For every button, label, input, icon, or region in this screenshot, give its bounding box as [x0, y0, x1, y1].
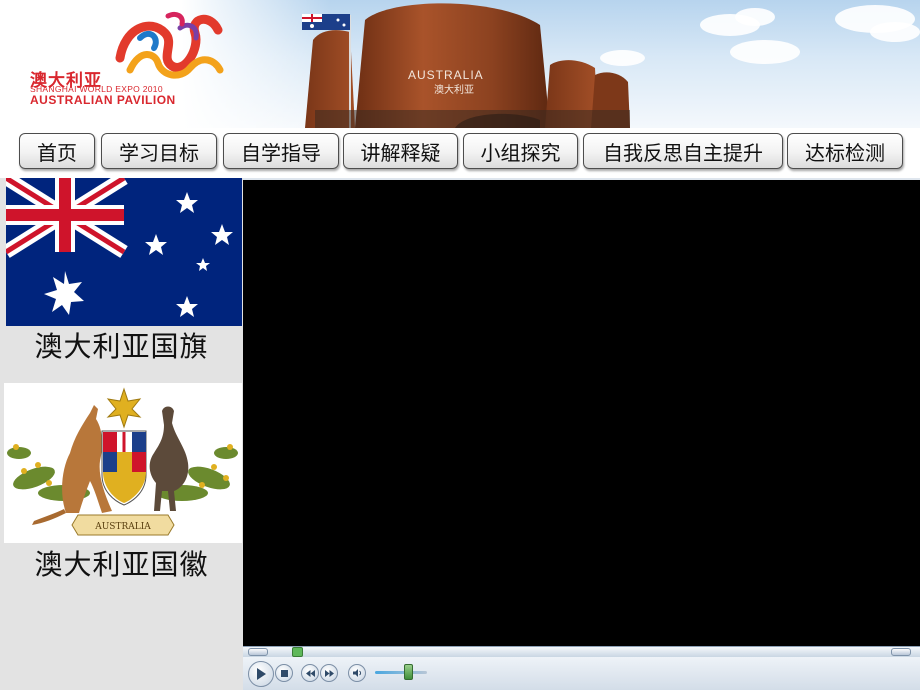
nav-label: 小组探究 — [480, 140, 561, 165]
player-controls — [243, 657, 920, 690]
nav-label: 达标检测 — [805, 140, 885, 165]
video-screen[interactable] — [243, 180, 920, 628]
australian-flag-image — [2, 172, 242, 326]
coat-scroll-text: AUSTRALIA — [94, 522, 151, 532]
main-nav: 首页 学习目标 自学指导 讲解释疑 小组探究 自我反思自主提升 达标检测 — [0, 128, 920, 178]
play-button[interactable] — [248, 661, 274, 687]
header-banner: 澳大利亚 SHANGHAI WORLD EXPO 2010 AUSTRALIAN… — [0, 0, 920, 128]
speaker-icon — [352, 669, 361, 677]
nav-self-reflection-button[interactable]: 自我反思自主提升 — [583, 133, 783, 169]
next-icon — [324, 669, 334, 677]
nav-learning-goals-button[interactable]: 学习目标 — [101, 133, 217, 169]
player-gap — [243, 628, 920, 646]
australian-coat-of-arms-image: AUSTRALIA — [4, 383, 242, 543]
sidebar: 澳大利亚国旗 AUSTRALIA 澳大利亚国徽 — [0, 172, 243, 690]
play-icon — [257, 668, 266, 680]
nav-label: 讲解释疑 — [360, 140, 441, 165]
pavilion-sign-cn: 澳大利亚 — [434, 85, 474, 96]
volume-slider[interactable] — [375, 671, 427, 674]
expo-logo-graphic — [115, 11, 224, 79]
stop-button[interactable] — [275, 664, 293, 682]
seek-bar[interactable] — [243, 646, 920, 657]
nav-group-inquiry-button[interactable]: 小组探究 — [463, 133, 578, 169]
seek-back-button[interactable] — [248, 648, 268, 656]
flag-caption: 澳大利亚国旗 — [34, 330, 209, 363]
cloud — [730, 40, 800, 64]
nav-label: 自我反思自主提升 — [603, 140, 763, 165]
coat-caption: 澳大利亚国徽 — [34, 548, 209, 581]
nav-explanation-button[interactable]: 讲解释疑 — [343, 133, 458, 169]
stop-icon — [280, 669, 288, 677]
volume-thumb[interactable] — [404, 664, 414, 680]
pole-flag-graphic — [302, 14, 350, 30]
nav-label: 学习目标 — [119, 140, 199, 165]
nav-label: 首页 — [37, 140, 77, 165]
seek-thumb[interactable] — [291, 647, 303, 657]
next-button[interactable] — [320, 664, 338, 682]
nav-self-study-guide-button[interactable]: 自学指导 — [223, 133, 339, 169]
cloud — [735, 8, 775, 26]
pavilion-sign-en: AUSTRALIA — [408, 68, 484, 82]
nav-assessment-button[interactable]: 达标检测 — [787, 133, 903, 169]
previous-button[interactable] — [301, 664, 319, 682]
nav-home-button[interactable]: 首页 — [19, 133, 95, 169]
nav-label: 自学指导 — [241, 140, 321, 165]
seek-forward-button[interactable] — [891, 648, 911, 656]
media-player — [243, 178, 920, 690]
mute-button[interactable] — [348, 664, 366, 682]
cloud — [870, 22, 920, 42]
logo-title: AUSTRALIAN PAVILION — [30, 93, 176, 107]
previous-icon — [305, 669, 315, 677]
